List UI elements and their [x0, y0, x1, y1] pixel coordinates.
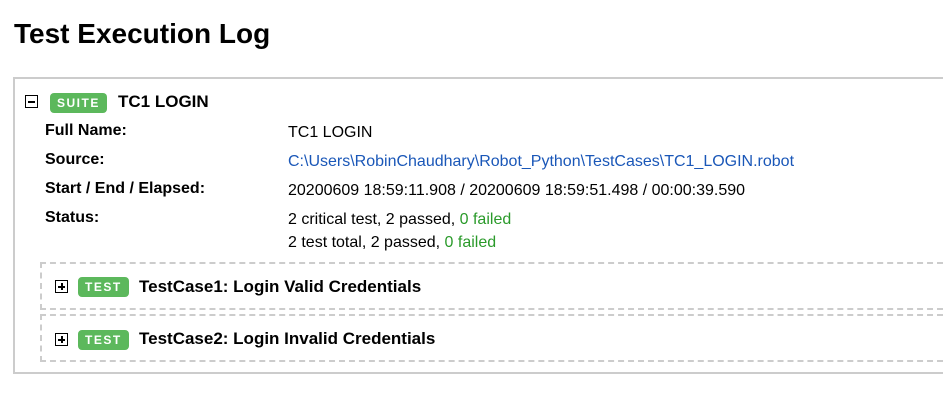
expand-toggle-icon[interactable]: [55, 280, 68, 293]
full-name-label: Full Name:: [45, 122, 127, 139]
test-badge-2: TEST: [78, 330, 129, 350]
status-line-2-failed: 0 failed: [444, 234, 497, 251]
status-line-1-failed: 0 failed: [459, 211, 512, 228]
test-name-2[interactable]: TestCase2: Login Invalid Credentials: [139, 329, 435, 349]
source-link[interactable]: C:\Users\RobinChaudhary\Robot_Python\Tes…: [288, 153, 794, 171]
times-label: Start / End / Elapsed:: [45, 180, 206, 197]
page-title: Test Execution Log: [14, 18, 271, 49]
expand-toggle-icon[interactable]: [55, 333, 68, 346]
test-badge-1: TEST: [78, 277, 129, 297]
test-name-1[interactable]: TestCase1: Login Valid Credentials: [139, 277, 421, 297]
status-line-1: 2 critical test, 2 passed, 0 failed: [288, 211, 511, 229]
times-value: 20200609 18:59:11.908 / 20200609 18:59:5…: [288, 182, 746, 199]
suite-name[interactable]: TC1 LOGIN: [118, 92, 209, 112]
status-line-2: 2 test total, 2 passed, 0 failed: [288, 234, 496, 252]
source-label: Source:: [45, 151, 105, 168]
status-line-1-summary: 2 critical test, 2 passed,: [288, 211, 460, 228]
status-label: Status:: [45, 209, 100, 226]
full-name-value: TC1 LOGIN: [288, 124, 373, 141]
suite-badge: SUITE: [50, 93, 107, 113]
status-line-2-summary: 2 test total, 2 passed,: [288, 234, 445, 251]
collapse-toggle-icon[interactable]: [25, 95, 38, 108]
